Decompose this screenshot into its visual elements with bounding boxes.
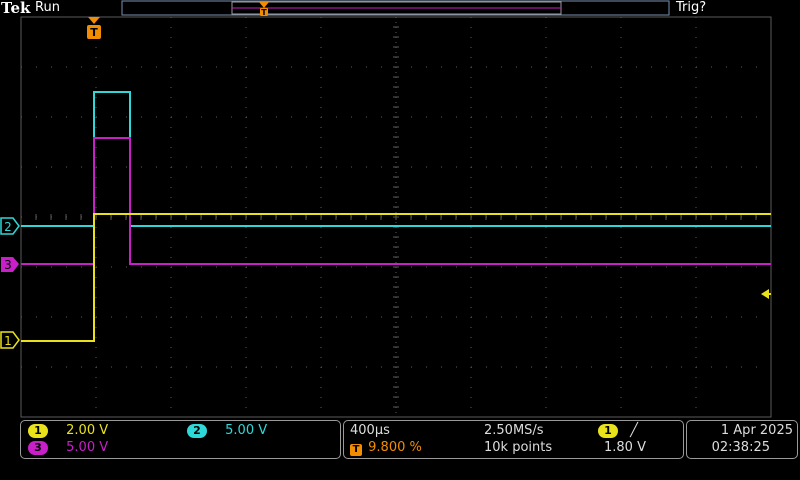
svg-text:T: T [90,26,98,39]
brand-logo: Tek [1,0,31,17]
channel-2-marker[interactable]: 2 [0,217,20,235]
channel-3-badge[interactable]: 3 [28,441,48,455]
trigger-source-badge[interactable]: 1 [598,424,618,438]
channel-2-badge[interactable]: 2 [187,424,207,438]
graticule [20,16,772,418]
trigger-slope-icon: ╱ [630,423,638,438]
channel-3-marker[interactable]: 3 [1,257,19,272]
channel-2-scale: 5.00 V [225,423,268,438]
trigger-level: 1.80 V [604,440,646,455]
record-length: 10k points [484,440,553,455]
time-display: 02:38:25 [711,440,770,455]
clock-panel: 1 Apr 2025 02:38:25 [686,420,798,459]
channel-1-scale: 2.00 V [66,423,109,438]
trigger-position-icon[interactable]: T [87,17,101,39]
svg-text:1: 1 [4,334,12,348]
channel-scale-panel[interactable]: 1 2.00 V 2 5.00 V 3 5.00 V [20,420,341,459]
svg-text:2: 2 [4,220,12,234]
trigger-position-small-icon: T [350,444,362,456]
trigger-status: Trig? [676,0,707,15]
time-per-division: 400µs [350,423,390,438]
sample-rate: 2.50MS/s [484,423,544,438]
svg-text:3: 3 [4,258,12,272]
oscilloscope-display: T T 2 3 1 [0,0,772,418]
svg-text:T: T [261,8,267,17]
channel-3-scale: 5.00 V [66,440,109,455]
channel-1-badge[interactable]: 1 [28,424,48,438]
acquisition-status: Run [35,0,60,15]
trigger-position-percent: 9.800 % [368,440,422,455]
horizontal-trigger-panel[interactable]: 400µs 2.50MS/s T 9.800 % 10k points 1 ╱ … [343,420,684,459]
date-display: 1 Apr 2025 [720,423,793,438]
channel-1-marker[interactable]: 1 [0,331,20,349]
